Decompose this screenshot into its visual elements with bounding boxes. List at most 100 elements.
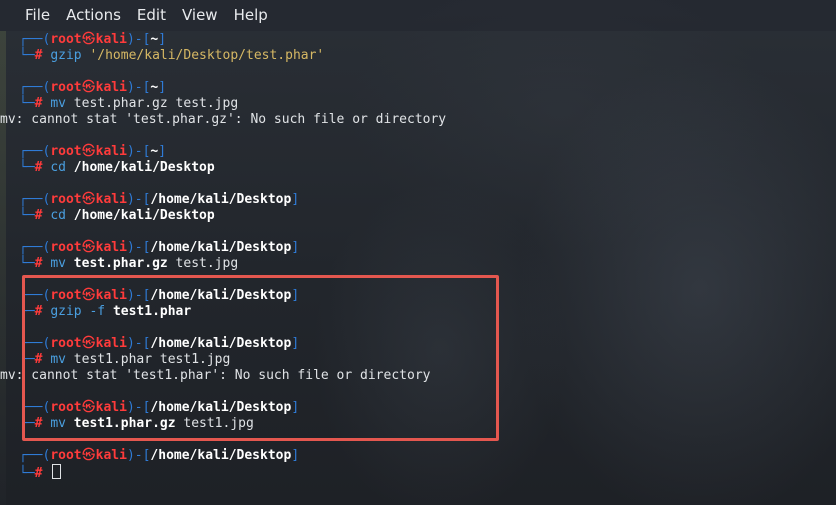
menu-file[interactable]: File (17, 0, 58, 31)
text-cursor[interactable] (52, 464, 62, 479)
prompt-line: ┌──(root㉿kali)-[/home/kali/Desktop] (19, 288, 836, 304)
prompt-user: root (50, 240, 82, 255)
command-token: mv (50, 96, 66, 111)
command-token: test1.phar (112, 304, 192, 319)
command-token: -f (81, 304, 113, 319)
skull-icon: ㉿ (82, 336, 96, 351)
prompt-corner: └─ (19, 304, 35, 319)
prompt-host: kali (95, 448, 127, 463)
prompt-bracket-close: ] (158, 80, 167, 95)
command-token: test.jpg (167, 256, 239, 271)
prompt-corner: └─ (19, 160, 35, 175)
prompt-host: kali (95, 288, 127, 303)
command-line: └─# cd /home/kali/Desktop (19, 160, 836, 176)
command-token (66, 160, 74, 175)
window-edge (0, 31, 6, 505)
prompt-bracket-close: ] (291, 400, 300, 415)
skull-icon: ㉿ (82, 240, 96, 255)
command-token: cd (50, 208, 66, 223)
prompt-bracket: ┌──( (19, 400, 51, 415)
prompt-user: root (50, 144, 82, 159)
menu-view[interactable]: View (174, 0, 226, 31)
prompt-cwd: /home/kali/Desktop (150, 400, 292, 415)
menu-edit[interactable]: Edit (129, 0, 174, 31)
prompt-line: ┌──(root㉿kali)-[/home/kali/Desktop] (19, 240, 836, 256)
command-token: mv (50, 352, 66, 367)
prompt-host: kali (95, 32, 127, 47)
command-token (66, 208, 74, 223)
command-token: test.phar.gz (73, 256, 168, 271)
command-line: └─# mv test1.phar.gz test1.jpg (19, 416, 836, 432)
prompt-line: ┌──(root㉿kali)-[~] (19, 32, 836, 48)
prompt-corner: └─ (19, 208, 35, 223)
prompt-corner: └─ (19, 48, 35, 63)
command-line: └─# mv test1.phar test1.jpg (19, 352, 836, 368)
command-token: '/home/kali/Desktop/test.phar' (89, 48, 325, 63)
terminal-output[interactable]: ┌──(root㉿kali)-[~] └─# gzip '/home/kali/D… (0, 31, 836, 505)
command-token: test1.jpg (175, 416, 254, 431)
command-line: └─# cd /home/kali/Desktop (19, 208, 836, 224)
command-line: └─# gzip -f test1.phar (19, 304, 836, 320)
command-token: test1.phar test1.jpg (65, 352, 231, 367)
prompt-bracket: ┌──( (19, 144, 51, 159)
prompt-corner: └─ (19, 416, 35, 431)
menu-help[interactable]: Help (226, 0, 276, 31)
prompt-cwd: /home/kali/Desktop (150, 288, 292, 303)
command-output: mv: cannot stat 'test.phar.gz': No such … (0, 112, 447, 127)
skull-icon: ㉿ (82, 32, 96, 47)
prompt-separator: )-[ (126, 32, 151, 47)
prompt-bracket-close: ] (291, 192, 300, 207)
prompt-cwd: /home/kali/Desktop (150, 192, 292, 207)
command-token: test.phar.gz test.jpg (65, 96, 239, 111)
prompt-user: root (50, 400, 82, 415)
prompt-corner: └─ (19, 256, 35, 271)
prompt-host: kali (95, 80, 127, 95)
prompt-separator: )-[ (126, 400, 151, 415)
prompt-host: kali (95, 192, 127, 207)
command-token (66, 416, 74, 431)
prompt-user: root (50, 336, 82, 351)
skull-icon: ㉿ (82, 400, 96, 415)
prompt-bracket: ┌──( (19, 240, 51, 255)
prompt-bracket: ┌──( (19, 336, 51, 351)
command-line: └─# mv test.phar.gz test.jpg (19, 256, 836, 272)
skull-icon: ㉿ (82, 448, 96, 463)
prompt-bracket: ┌──( (19, 192, 51, 207)
menu-bar: File Actions Edit View Help (0, 0, 836, 31)
command-token: mv (50, 256, 66, 271)
prompt-bracket: ┌──( (19, 448, 51, 463)
prompt-corner: └─ (19, 96, 35, 111)
prompt-separator: )-[ (126, 240, 151, 255)
command-token: gzip (50, 48, 82, 63)
prompt-user: root (50, 192, 82, 207)
prompt-separator: )-[ (126, 288, 151, 303)
prompt-bracket: ┌──( (19, 32, 51, 47)
prompt-bracket: ┌──( (19, 288, 51, 303)
menu-actions[interactable]: Actions (58, 0, 129, 31)
prompt-cwd: /home/kali/Desktop (150, 448, 292, 463)
prompt-host: kali (95, 144, 127, 159)
prompt-line: ┌──(root㉿kali)-[~] (19, 80, 836, 96)
prompt-user: root (50, 32, 82, 47)
command-line: └─# (19, 464, 836, 481)
skull-icon: ㉿ (82, 144, 96, 159)
prompt-line: ┌──(root㉿kali)-[/home/kali/Desktop] (19, 336, 836, 352)
prompt-bracket-close: ] (291, 448, 300, 463)
command-token: /home/kali/Desktop (73, 208, 215, 223)
prompt-host: kali (95, 400, 127, 415)
prompt-user: root (50, 448, 82, 463)
prompt-bracket-close: ] (291, 240, 300, 255)
prompt-separator: )-[ (126, 192, 151, 207)
command-token: /home/kali/Desktop (73, 160, 215, 175)
prompt-corner: └─ (19, 352, 35, 367)
prompt-separator: )-[ (126, 144, 151, 159)
prompt-bracket: ┌──( (19, 80, 51, 95)
command-token: cd (50, 160, 66, 175)
prompt-bracket-close: ] (158, 144, 167, 159)
prompt-bracket-close: ] (291, 288, 300, 303)
command-line: └─# mv test.phar.gz test.jpg (19, 96, 836, 112)
command-token: gzip (50, 304, 82, 319)
